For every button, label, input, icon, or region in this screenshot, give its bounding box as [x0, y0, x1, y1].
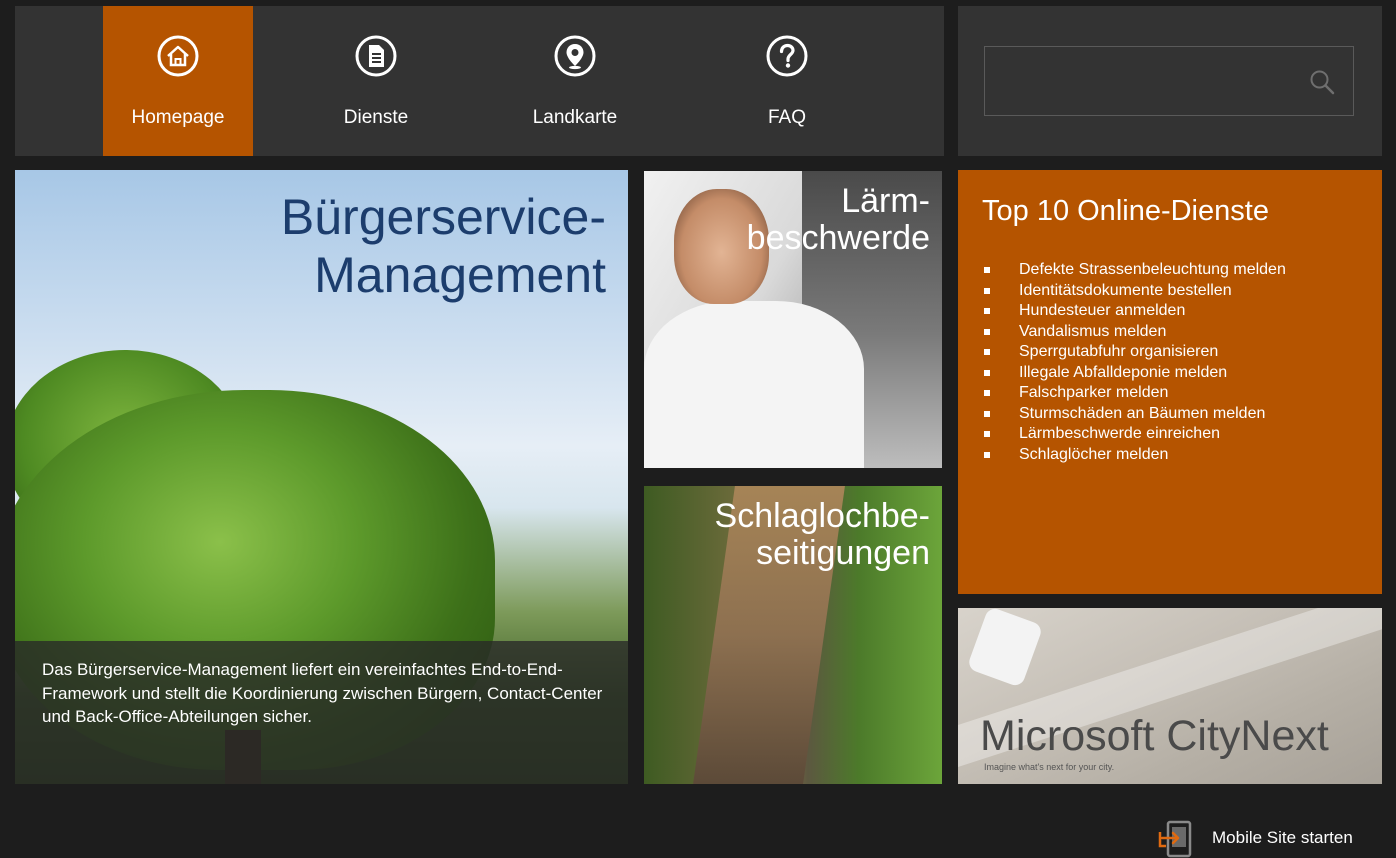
citynext-subtitle: Imagine what's next for your city. [984, 762, 1115, 772]
nav-item-landkarte[interactable]: Landkarte [500, 6, 650, 156]
question-icon [766, 35, 808, 77]
top10-list: Defekte Strassenbeleuchtung melden Ident… [982, 260, 1286, 465]
bullet-icon [984, 267, 990, 273]
bullet-icon [984, 431, 990, 437]
mobile-site-label: Mobile Site starten [1212, 828, 1353, 847]
hero-title-line2: Management [314, 247, 606, 303]
hero-description: Das Bürgerservice-Management liefert ein… [42, 660, 603, 726]
citynext-title: Microsoft CityNext [980, 712, 1329, 760]
tile-laerm-title: Lärm- beschwerde [747, 183, 930, 257]
top10-item[interactable]: Vandalismus melden [982, 322, 1286, 343]
tile-schlag-title: Schlaglochbe- seitigungen [715, 498, 930, 572]
nav-item-homepage[interactable]: Homepage [103, 6, 253, 156]
top10-item-label: Sturmschäden an Bäumen melden [1019, 404, 1266, 422]
nav-label-landkarte: Landkarte [532, 107, 618, 128]
bullet-icon [984, 410, 990, 417]
top10-item[interactable]: Hundesteuer anmelden [982, 301, 1286, 322]
nav-label-dienste: Dienste [343, 107, 409, 128]
nav-label-homepage: Homepage [131, 107, 225, 128]
nav-item-dienste[interactable]: Dienste [301, 6, 451, 156]
search-panel [958, 6, 1382, 156]
top10-item[interactable]: Illegale Abfalldeponie melden [982, 363, 1286, 384]
bullet-icon [984, 349, 990, 355]
bullet-icon [984, 328, 990, 335]
document-icon [355, 35, 397, 77]
nav-label-faq: FAQ [767, 107, 806, 128]
main-navigation: Homepage Dienste Landkarte FAQ [15, 6, 944, 156]
tile-schlag-title-line1: Schlaglochbe- [714, 497, 930, 535]
top10-item[interactable]: Identitätsdokumente bestellen [982, 281, 1286, 302]
hero-title: Bürgerservice- Management [281, 188, 606, 304]
tile-laerm-title-line2: beschwerde [746, 219, 930, 257]
search-icon[interactable] [1309, 69, 1335, 95]
top10-item-label: Hundesteuer anmelden [1019, 302, 1186, 319]
mobile-site-link[interactable]: Mobile Site starten [1158, 818, 1388, 858]
top10-item-label: Sperrgutabfuhr organisieren [1019, 343, 1219, 360]
top10-panel: Top 10 Online-Dienste Defekte Strassenbe… [958, 170, 1382, 594]
top10-item[interactable]: Lärmbeschwerde einreichen [982, 424, 1286, 445]
car-image [966, 608, 1044, 688]
bullet-icon [984, 287, 990, 294]
top10-item[interactable]: Sperrgutabfuhr organisieren [982, 342, 1286, 363]
top10-item-label: Falschparker melden [1019, 384, 1169, 401]
top10-item[interactable]: Sturmschäden an Bäumen melden [982, 404, 1286, 425]
bullet-icon [984, 369, 990, 376]
top10-title: Top 10 Online-Dienste [982, 195, 1269, 227]
mobile-icon [1158, 820, 1192, 858]
tile-schlaglochbeseitigungen[interactable]: Schlaglochbe- seitigungen [644, 486, 942, 784]
search-field[interactable] [984, 46, 1354, 117]
hero-tile[interactable]: Bürgerservice- Management Das Bürgerserv… [15, 170, 628, 784]
tile-schlag-title-line2: seitigungen [756, 534, 930, 572]
top10-item[interactable]: Falschparker melden [982, 383, 1286, 404]
search-input[interactable] [995, 47, 1299, 117]
top10-item-label: Lärmbeschwerde einreichen [1019, 425, 1220, 442]
map-pin-icon [554, 35, 596, 77]
top10-item[interactable]: Defekte Strassenbeleuchtung melden [982, 260, 1286, 281]
top10-item-label: Defekte Strassenbeleuchtung melden [1019, 261, 1286, 278]
nav-item-faq[interactable]: FAQ [712, 6, 862, 156]
home-icon [157, 35, 199, 77]
tile-citynext[interactable]: Microsoft CityNext Imagine what's next f… [958, 608, 1382, 784]
top10-item-label: Illegale Abfalldeponie melden [1019, 363, 1228, 381]
person-image [644, 301, 864, 468]
top10-item[interactable]: Schlaglöcher melden [982, 445, 1286, 466]
bullet-icon [984, 308, 990, 314]
top10-item-label: Identitätsdokumente bestellen [1019, 281, 1232, 299]
top10-item-label: Vandalismus melden [1019, 322, 1167, 340]
bullet-icon [984, 451, 990, 458]
tile-laermbeschwerde[interactable]: Lärm- beschwerde [644, 171, 942, 468]
bullet-icon [984, 390, 990, 396]
top10-item-label: Schlaglöcher melden [1019, 445, 1169, 463]
tile-laerm-title-line1: Lärm- [841, 182, 930, 220]
hero-title-line1: Bürgerservice- [280, 189, 606, 245]
